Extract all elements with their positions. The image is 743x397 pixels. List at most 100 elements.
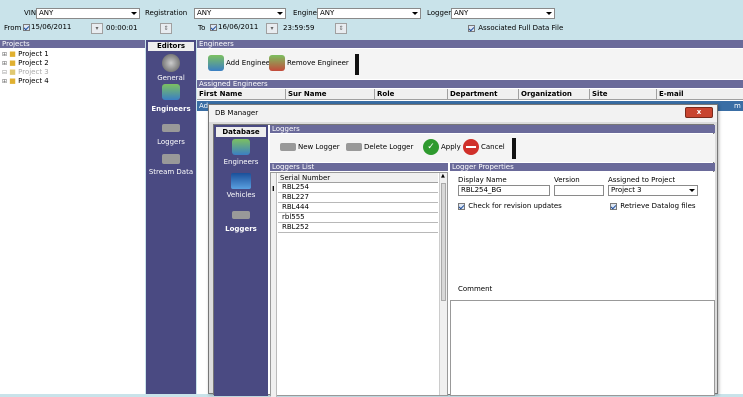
editor-item-label: Stream Data <box>148 168 194 176</box>
checkbox-icon <box>610 202 617 210</box>
db-item-engineers[interactable]: Engineers <box>214 139 268 167</box>
column-header-email[interactable]: E-mail <box>657 89 743 99</box>
db-item-vehicles[interactable]: Vehicles <box>214 173 268 200</box>
revision-updates-checkbox[interactable]: Check for revision updates <box>458 201 562 211</box>
to-time-field[interactable]: 23:59:59 <box>283 23 314 33</box>
expand-icon: ⊞ <box>2 60 8 67</box>
logger-select[interactable]: ANY <box>451 8 555 19</box>
version-input[interactable] <box>554 185 604 196</box>
engine-select-value: ANY <box>320 9 335 17</box>
column-header-first-name[interactable]: First Name <box>197 89 286 99</box>
remove-engineer-button[interactable]: Remove Engineer <box>269 55 349 71</box>
logger-properties-panel: Display Name RBL254_BG Version Assigned … <box>450 172 715 396</box>
from-label: From <box>4 24 22 32</box>
revision-updates-label: Check for revision updates <box>468 202 562 210</box>
cancel-icon <box>463 139 479 155</box>
registration-select[interactable]: ANY <box>194 8 286 19</box>
expand-icon: ⊞ <box>2 78 8 85</box>
gear-icon <box>162 54 180 72</box>
folder-icon: ■ <box>9 59 16 67</box>
engine-select[interactable]: ANY <box>317 8 421 19</box>
to-date-dropdown-icon[interactable]: ▾ <box>266 23 278 34</box>
logger-device-icon <box>232 211 250 219</box>
close-icon: x <box>696 108 702 116</box>
delete-logger-button[interactable]: Delete Logger <box>346 143 413 151</box>
display-name-label: Display Name <box>458 176 507 184</box>
column-header-sur-name[interactable]: Sur Name <box>286 89 375 99</box>
cancel-button[interactable]: Cancel <box>463 139 505 155</box>
editor-item-engineers[interactable]: Engineers <box>146 84 196 114</box>
tree-item-project-1[interactable]: ⊞ ■ Project 1 <box>2 50 142 59</box>
assigned-project-value: Project 3 <box>611 186 642 194</box>
list-item[interactable]: RBL254 <box>278 183 438 193</box>
to-label: To <box>198 24 206 32</box>
projects-tree: ⊞ ■ Project 1 ⊞ ■ Project 2 ⊟ ■ Project … <box>2 50 142 86</box>
display-name-input[interactable]: RBL254_BG <box>458 185 550 196</box>
apply-button[interactable]: ✓ Apply <box>423 139 461 155</box>
comment-label: Comment <box>458 285 493 293</box>
to-enabled-checkbox[interactable] <box>210 23 217 31</box>
engineers-toolbar: Add Engineer Remove Engineer <box>197 49 743 79</box>
checkbox-icon <box>458 202 465 210</box>
chevron-down-icon <box>689 189 695 192</box>
from-time-field[interactable]: 00:00:01 <box>106 23 137 33</box>
from-enabled-checkbox[interactable] <box>23 23 30 31</box>
chevron-down-icon <box>412 12 418 15</box>
list-item[interactable]: RBL444 <box>278 203 438 213</box>
retrieve-datalog-checkbox[interactable]: Retrieve Datalog files <box>610 201 696 211</box>
engine-label: Engine <box>293 9 317 17</box>
from-time-spinner-icon[interactable]: ⇕ <box>160 23 172 34</box>
assigned-engineers-header: Assigned Engineers <box>197 80 743 88</box>
to-time-spinner-icon[interactable]: ⇕ <box>335 23 347 34</box>
list-item[interactable]: rbl555 <box>278 213 438 223</box>
editor-item-general[interactable]: General <box>146 54 196 83</box>
vin-select[interactable]: ANY <box>36 8 140 19</box>
close-button[interactable]: x <box>685 107 713 118</box>
loggers-header: Loggers <box>270 125 715 133</box>
logger-properties-header: Logger Properties <box>450 163 715 171</box>
assigned-project-select[interactable]: Project 3 <box>608 185 698 196</box>
loggers-list-scrollbar[interactable]: ▲ <box>439 173 447 395</box>
comment-textarea[interactable] <box>450 300 715 396</box>
stream-device-icon <box>162 154 180 164</box>
column-header-role[interactable]: Role <box>375 89 448 99</box>
tree-item-project-2[interactable]: ⊞ ■ Project 2 <box>2 59 142 68</box>
expand-icon: ⊟ <box>2 69 8 76</box>
editor-item-stream-data[interactable]: Stream Data <box>146 154 196 177</box>
logger-label: Logger <box>427 9 452 17</box>
column-header-serial-number[interactable]: Serial Number <box>278 173 438 183</box>
list-item[interactable]: RBL227 <box>278 193 438 203</box>
from-date-dropdown-icon[interactable]: ▾ <box>91 23 103 34</box>
vehicle-icon <box>231 173 251 189</box>
list-item[interactable]: RBL252 <box>278 223 438 233</box>
associated-file-checkbox[interactable]: Associated Full Data File <box>468 23 563 33</box>
text-cursor-icon: I <box>272 185 275 193</box>
add-engineer-icon <box>208 55 224 71</box>
tree-item-project-3[interactable]: ⊟ ■ Project 3 <box>2 68 142 77</box>
registration-label: Registration <box>145 9 188 17</box>
dialog-titlebar[interactable]: DB Manager x <box>209 105 717 122</box>
folder-icon: ■ <box>9 68 16 76</box>
db-item-loggers[interactable]: Loggers <box>214 211 268 234</box>
column-header-site[interactable]: Site <box>590 89 657 99</box>
from-date-value: 15/06/2011 <box>31 23 72 31</box>
associated-file-label: Associated Full Data File <box>478 24 564 32</box>
dialog-body: Database Engineers Vehicles Loggers Logg… <box>213 124 715 397</box>
column-header-organization[interactable]: Organization <box>519 89 590 99</box>
apply-label: Apply <box>441 143 461 151</box>
add-engineer-button[interactable]: Add Engineer <box>208 55 273 71</box>
delete-logger-label: Delete Logger <box>364 143 414 151</box>
remove-engineer-icon <box>269 55 285 71</box>
scroll-up-icon[interactable]: ▲ <box>441 173 445 179</box>
engineers-grid-header: First Name Sur Name Role Department Orga… <box>197 89 743 100</box>
dialog-title: DB Manager <box>215 109 259 117</box>
new-logger-button[interactable]: New Logger <box>280 143 340 151</box>
column-header-department[interactable]: Department <box>448 89 519 99</box>
editor-item-loggers[interactable]: Loggers <box>146 124 196 147</box>
scroll-thumb[interactable] <box>441 183 446 301</box>
from-date-field[interactable]: 15/06/2011 <box>21 23 91 34</box>
projects-header: Projects <box>0 40 145 48</box>
tree-item-project-4[interactable]: ⊞ ■ Project 4 <box>2 77 142 86</box>
chevron-down-icon <box>131 12 137 15</box>
db-item-label: Loggers <box>225 225 257 233</box>
